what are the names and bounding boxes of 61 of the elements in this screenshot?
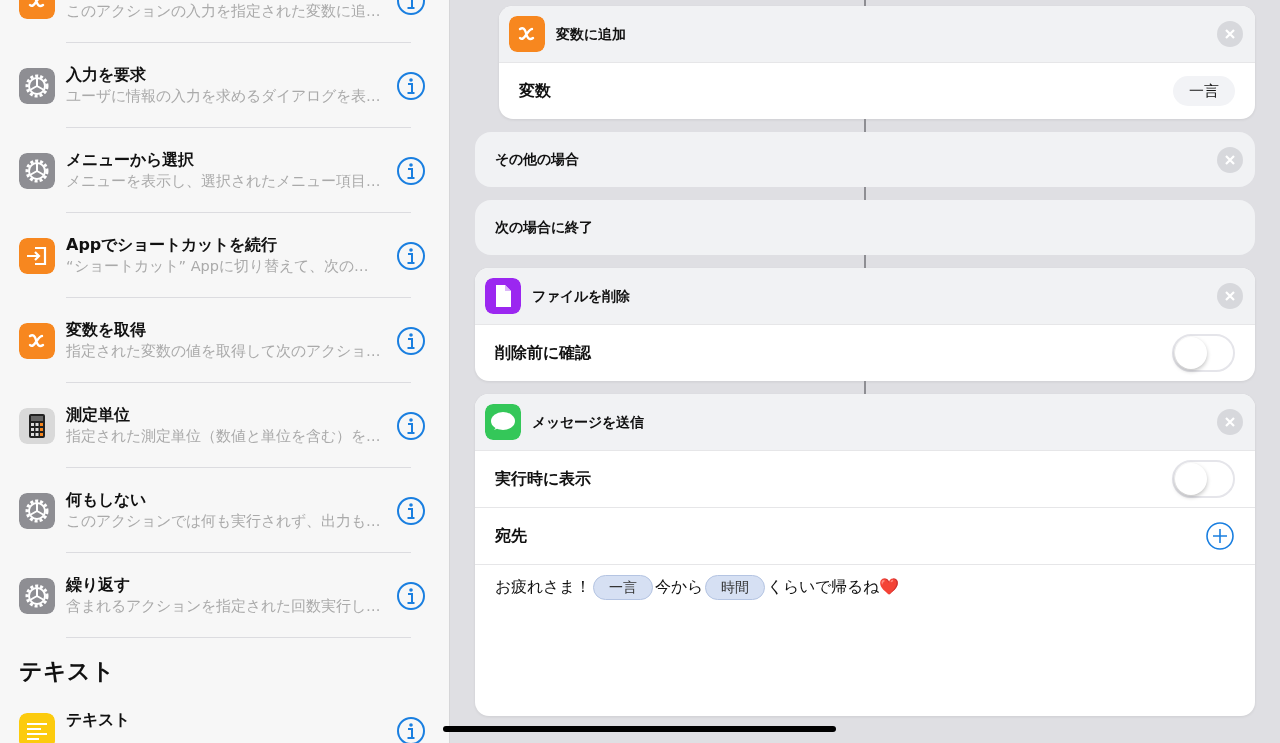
action-title: 変数を取得	[66, 319, 147, 341]
gear-icon	[19, 67, 55, 104]
action-title: メッセージを送信	[532, 412, 645, 432]
info-button[interactable]	[396, 410, 426, 441]
connector-line	[864, 255, 866, 268]
variable-icon	[19, 322, 55, 359]
close-icon	[1224, 28, 1236, 40]
section-heading: テキスト	[18, 657, 116, 686]
close-icon	[1224, 290, 1236, 302]
action-title: 測定単位	[66, 404, 131, 426]
info-button[interactable]	[396, 716, 426, 743]
connector-line	[864, 187, 866, 200]
variable-icon	[509, 16, 545, 52]
info-button[interactable]	[396, 495, 426, 526]
variable-token[interactable]: 時間	[705, 575, 765, 600]
info-button[interactable]	[396, 70, 426, 101]
message-text: 今から	[655, 576, 703, 598]
block-title: その他の場合	[495, 150, 580, 169]
enter-icon	[19, 237, 55, 274]
action-description: “ショートカット” Appに切り替えて、次の…	[66, 257, 370, 276]
action-title: Appでショートカットを続行	[66, 234, 279, 256]
connector-line	[864, 381, 866, 394]
action-description: 指定された変数の値を取得して次のアクショ…	[66, 342, 382, 361]
toggle-switch[interactable]	[1172, 460, 1235, 498]
action-description: ユーザに情報の入力を求めるダイアログを表…	[66, 87, 382, 106]
info-button[interactable]	[396, 240, 426, 271]
action-title: メニューから選択	[66, 149, 195, 171]
action-description: このアクションの入力を指定された変数に追…	[66, 2, 382, 21]
close-icon	[1224, 416, 1236, 428]
toggle-switch[interactable]	[1172, 334, 1235, 372]
document-icon	[485, 278, 521, 314]
variable-pill[interactable]: 一言	[1173, 75, 1235, 107]
action-title: 入力を要求	[66, 64, 147, 86]
parameter-label: 変数	[519, 80, 552, 102]
parameter-label: 宛先	[495, 525, 528, 547]
calculator-icon	[19, 407, 55, 444]
action-description: このアクションでは何も実行されず、出力も…	[66, 512, 382, 531]
info-button[interactable]	[396, 155, 426, 186]
gear-icon	[19, 152, 55, 189]
add-button[interactable]	[1205, 521, 1235, 551]
action-title: ファイルを削除	[532, 286, 631, 306]
gear-icon	[19, 577, 55, 614]
action-description: 含まれるアクションを指定された回数実行し…	[66, 597, 382, 616]
variable-token[interactable]: 一言	[593, 575, 653, 600]
block-title: 次の場合に終了	[495, 218, 594, 237]
action-description: メニューを表示し、選択されたメニュー項目…	[66, 172, 382, 191]
action-title: 何もしない	[66, 489, 147, 511]
close-icon	[1224, 153, 1236, 166]
parameter-label: 実行時に表示	[495, 468, 592, 490]
speech-bubble-icon	[485, 404, 521, 440]
connector-line	[864, 119, 866, 132]
action-description: 指定された測定単位（数値と単位を含む）を…	[66, 427, 382, 446]
action-title: テキスト	[66, 708, 131, 731]
message-text: お疲れさま！	[495, 576, 591, 598]
message-text: くらいで帰るね❤	[767, 576, 899, 598]
action-title: 変数に追加	[556, 24, 627, 44]
gear-icon	[19, 492, 55, 529]
info-button[interactable]	[396, 580, 426, 611]
parameter-label: 削除前に確認	[495, 342, 592, 364]
info-button[interactable]	[396, 325, 426, 356]
action-title: 繰り返す	[66, 574, 131, 596]
